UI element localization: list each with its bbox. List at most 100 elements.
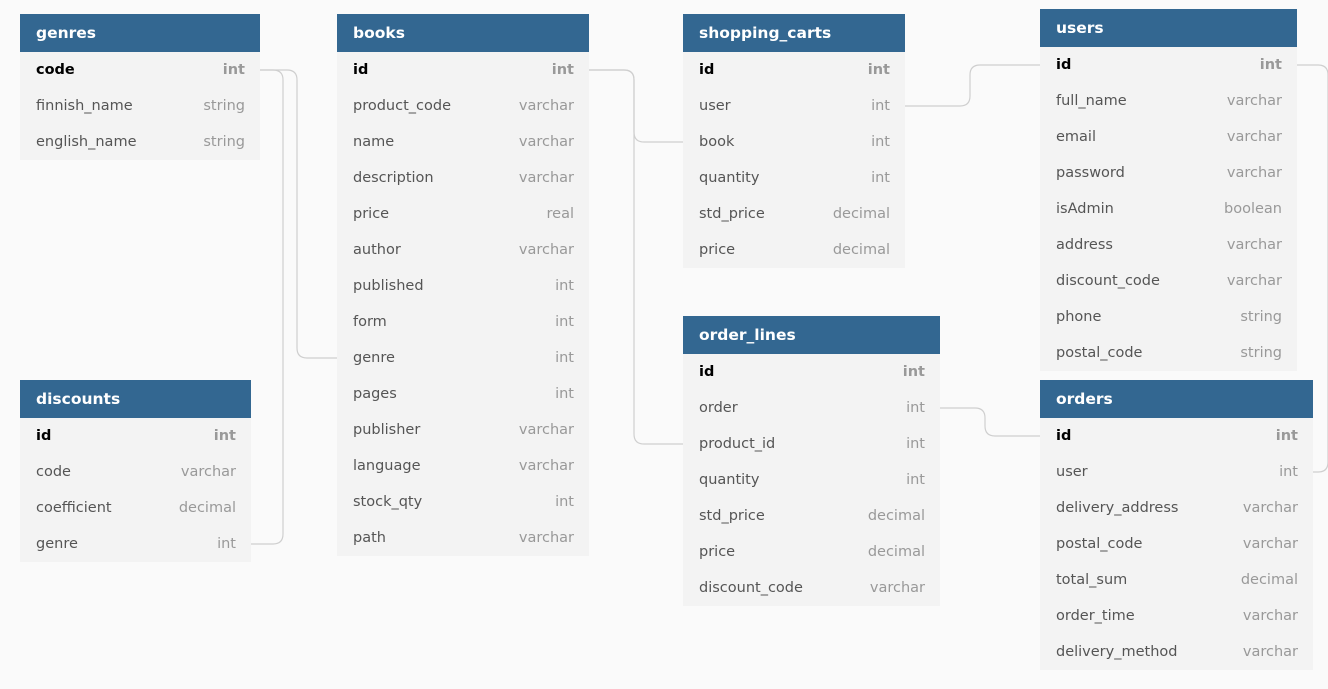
field-name: delivery_address — [1056, 500, 1179, 516]
field-row[interactable]: user int — [1040, 454, 1313, 490]
field-row[interactable]: publisher varchar — [337, 412, 589, 448]
field-row[interactable]: order int — [683, 390, 940, 426]
table-title[interactable]: shopping_carts — [683, 14, 905, 52]
table-title[interactable]: order_lines — [683, 316, 940, 354]
field-row[interactable]: stock_qty int — [337, 484, 589, 520]
field-name: postal_code — [1056, 536, 1143, 552]
field-row[interactable]: order_time varchar — [1040, 598, 1313, 634]
table-title[interactable]: orders — [1040, 380, 1313, 418]
field-row[interactable]: quantity int — [683, 462, 940, 498]
field-row[interactable]: id int — [683, 354, 940, 390]
field-name: quantity — [699, 170, 760, 186]
field-name: total_sum — [1056, 572, 1128, 588]
field-type: int — [555, 350, 574, 366]
field-type: boolean — [1224, 201, 1282, 217]
field-type: int — [555, 494, 574, 510]
field-type: int — [217, 536, 236, 552]
field-row[interactable]: product_code varchar — [337, 88, 589, 124]
field-row[interactable]: email varchar — [1040, 119, 1297, 155]
field-type: int — [906, 472, 925, 488]
field-name: name — [353, 134, 395, 150]
field-row[interactable]: pages int — [337, 376, 589, 412]
field-name: id — [699, 62, 715, 78]
field-row[interactable]: user int — [683, 88, 905, 124]
field-type: varchar — [1226, 129, 1282, 145]
field-row[interactable]: postal_code varchar — [1040, 526, 1313, 562]
field-row[interactable]: author varchar — [337, 232, 589, 268]
field-row[interactable]: delivery_address varchar — [1040, 490, 1313, 526]
table-users[interactable]: users id int full_name varchar email varchar pa… — [1040, 9, 1297, 371]
field-name: user — [699, 98, 731, 114]
field-type: decimal — [867, 508, 925, 524]
table-title[interactable]: books — [337, 14, 589, 52]
field-row[interactable]: id int — [683, 52, 905, 88]
field-type: int — [1279, 464, 1298, 480]
field-name: english_name — [36, 134, 137, 150]
field-type: varchar — [1242, 644, 1298, 660]
field-row[interactable]: full_name varchar — [1040, 83, 1297, 119]
field-row[interactable]: price decimal — [683, 232, 905, 268]
field-row[interactable]: language varchar — [337, 448, 589, 484]
field-name: discount_code — [1056, 273, 1160, 289]
field-row[interactable]: total_sum decimal — [1040, 562, 1313, 598]
field-name: published — [353, 278, 424, 294]
field-row[interactable]: genre int — [337, 340, 589, 376]
field-type: int — [213, 428, 236, 444]
table-discounts[interactable]: discounts id int code varchar coefficient deci… — [20, 380, 251, 562]
field-row[interactable]: id int — [1040, 418, 1313, 454]
field-row[interactable]: id int — [1040, 47, 1297, 83]
table-orders[interactable]: orders id int user int delivery_address varcha… — [1040, 380, 1313, 670]
field-row[interactable]: published int — [337, 268, 589, 304]
field-name: quantity — [699, 472, 760, 488]
field-row[interactable]: name varchar — [337, 124, 589, 160]
field-type: string — [1240, 309, 1282, 325]
field-row[interactable]: form int — [337, 304, 589, 340]
field-row[interactable]: price real — [337, 196, 589, 232]
field-row[interactable]: code int — [20, 52, 260, 88]
table-genres[interactable]: genres code int finnish_name string english_n… — [20, 14, 260, 160]
field-name: code — [36, 62, 75, 78]
field-name: product_code — [353, 98, 451, 114]
field-row[interactable]: phone string — [1040, 299, 1297, 335]
field-name: phone — [1056, 309, 1102, 325]
table-order-lines[interactable]: order_lines id int order int product_id int qua… — [683, 316, 940, 606]
field-type: int — [867, 62, 890, 78]
field-row[interactable]: description varchar — [337, 160, 589, 196]
field-type: int — [222, 62, 245, 78]
field-row[interactable]: price decimal — [683, 534, 940, 570]
field-name: id — [1056, 428, 1072, 444]
field-row[interactable]: product_id int — [683, 426, 940, 462]
relation-line — [940, 407, 1040, 437]
field-row[interactable]: postal_code string — [1040, 335, 1297, 371]
field-name: genre — [36, 536, 78, 552]
table-title[interactable]: discounts — [20, 380, 251, 418]
field-row[interactable]: discount_code varchar — [1040, 263, 1297, 299]
field-row[interactable]: std_price decimal — [683, 498, 940, 534]
field-row[interactable]: coefficient decimal — [20, 490, 251, 526]
field-row[interactable]: path varchar — [337, 520, 589, 556]
field-type: int — [906, 436, 925, 452]
field-row[interactable]: id int — [20, 418, 251, 454]
field-row[interactable]: finnish_name string — [20, 88, 260, 124]
field-row[interactable]: quantity int — [683, 160, 905, 196]
field-row[interactable]: book int — [683, 124, 905, 160]
field-row[interactable]: discount_code varchar — [683, 570, 940, 606]
field-row[interactable]: isAdmin boolean — [1040, 191, 1297, 227]
field-name: user — [1056, 464, 1088, 480]
field-row[interactable]: id int — [337, 52, 589, 88]
table-shopping-carts[interactable]: shopping_carts id int user int book int quantit… — [683, 14, 905, 268]
table-books[interactable]: books id int product_code varchar name varchar… — [337, 14, 589, 556]
field-type: decimal — [178, 500, 236, 516]
field-type: decimal — [832, 206, 890, 222]
table-title[interactable]: users — [1040, 9, 1297, 47]
field-name: pages — [353, 386, 397, 402]
table-title[interactable]: genres — [20, 14, 260, 52]
field-type: string — [203, 134, 245, 150]
field-row[interactable]: std_price decimal — [683, 196, 905, 232]
field-row[interactable]: code varchar — [20, 454, 251, 490]
field-row[interactable]: genre int — [20, 526, 251, 562]
field-row[interactable]: english_name string — [20, 124, 260, 160]
field-row[interactable]: password varchar — [1040, 155, 1297, 191]
field-row[interactable]: delivery_method varchar — [1040, 634, 1313, 670]
field-row[interactable]: address varchar — [1040, 227, 1297, 263]
